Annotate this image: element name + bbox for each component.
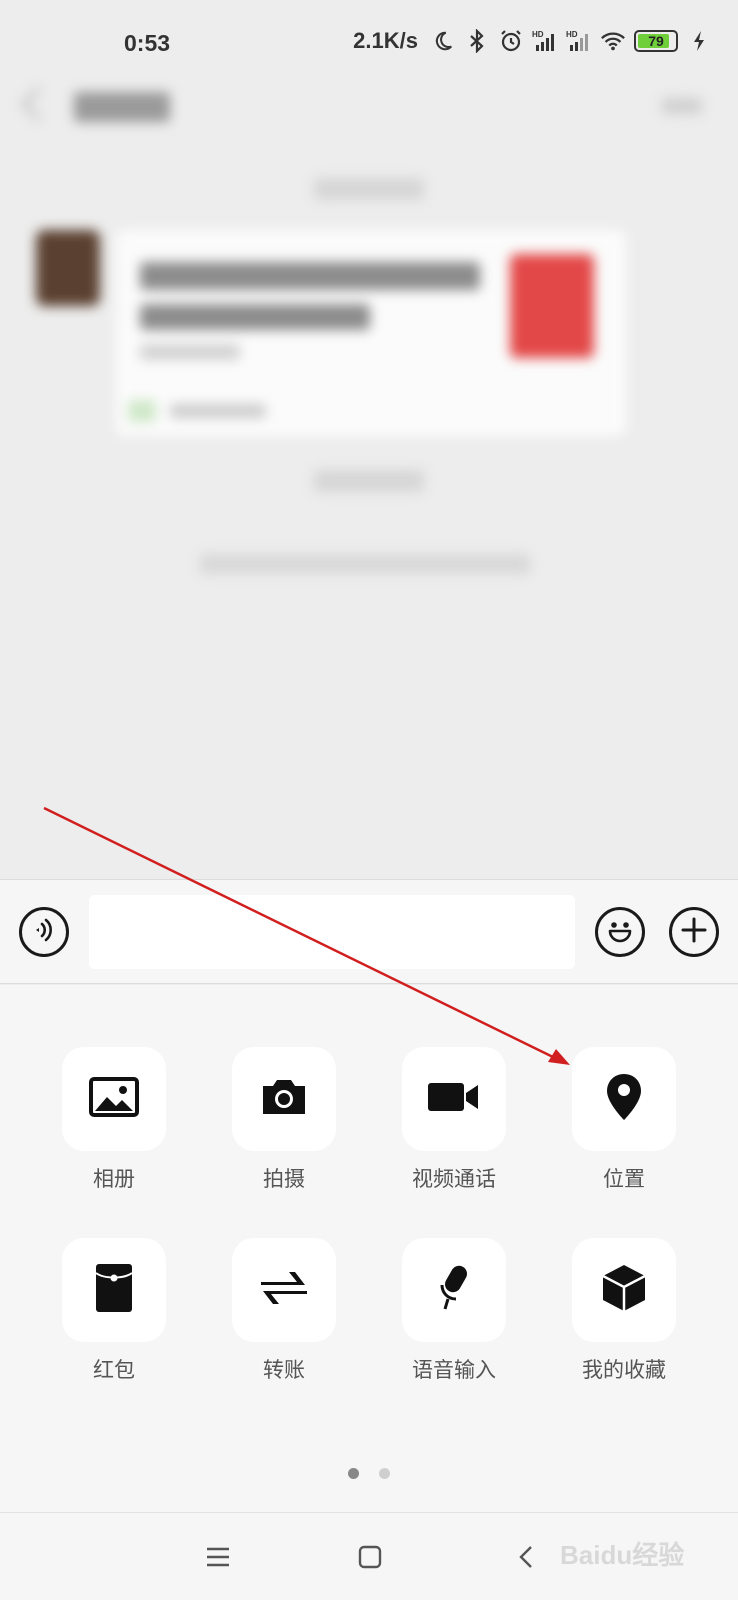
bluetooth-icon: [464, 28, 490, 54]
svg-text:HD: HD: [532, 30, 544, 39]
panel-item-label: 拍摄: [263, 1167, 305, 1191]
status-time: 0:53: [124, 30, 171, 56]
voice-input-tile[interactable]: [402, 1238, 506, 1342]
page-dot-active[interactable]: [348, 1468, 359, 1479]
favorites-icon: [600, 1263, 648, 1317]
camera-icon: [259, 1076, 309, 1122]
panel-item-album[interactable]: 相册: [62, 1047, 166, 1193]
chat-title: [74, 92, 170, 122]
red-packet-tile[interactable]: [62, 1238, 166, 1342]
home-button[interactable]: [352, 1541, 388, 1577]
album-tile[interactable]: [62, 1047, 166, 1151]
panel-item-label: 我的收藏: [582, 1358, 666, 1382]
back-icon: [517, 1544, 535, 1574]
timestamp: [314, 470, 424, 492]
panel-item-video-call[interactable]: 视频通话: [402, 1047, 506, 1193]
panel-item-transfer[interactable]: 转账: [232, 1238, 336, 1384]
hd-signal-icon: HD: [566, 28, 592, 54]
home-icon: [357, 1544, 383, 1574]
source-icon: [128, 400, 156, 422]
card-title: [140, 304, 370, 330]
emoji-button[interactable]: [595, 907, 645, 957]
video-call-icon: [426, 1079, 482, 1119]
charging-icon: [686, 28, 712, 54]
transfer-tile[interactable]: [232, 1238, 336, 1342]
menu-icon: [205, 1546, 231, 1572]
panel-item-label: 语音输入: [412, 1358, 496, 1382]
emoji-icon: [603, 913, 637, 951]
panel-item-voice-input[interactable]: 语音输入: [402, 1238, 506, 1384]
svg-text:HD: HD: [566, 30, 578, 39]
favorites-tile[interactable]: [572, 1238, 676, 1342]
alarm-icon: [498, 28, 524, 54]
card-title: [140, 262, 480, 290]
transfer-icon: [259, 1267, 309, 1313]
card-source: [170, 404, 266, 418]
recent-apps-button[interactable]: [200, 1541, 236, 1577]
voice-icon: [29, 915, 59, 949]
card-thumbnail: [510, 254, 594, 358]
watermark: Baidu经验: [560, 1540, 685, 1570]
more-functions-button[interactable]: [669, 907, 719, 957]
panel-item-location[interactable]: 位置: [572, 1047, 676, 1193]
red-packet-icon: [94, 1263, 134, 1317]
moon-icon: [430, 28, 456, 54]
album-icon: [89, 1076, 139, 1122]
voice-input-icon: [434, 1263, 474, 1317]
message-input[interactable]: [89, 895, 575, 969]
panel-item-label: 相册: [93, 1167, 135, 1191]
panel-item-camera[interactable]: 拍摄: [232, 1047, 336, 1193]
panel-item-label: 红包: [93, 1358, 135, 1382]
voice-button[interactable]: [19, 907, 69, 957]
battery-level: 79: [648, 33, 664, 49]
card-subtitle: [140, 344, 240, 360]
wifi-icon: [600, 28, 626, 54]
hd-signal-icon: HD: [532, 28, 558, 54]
plus-icon: [679, 915, 709, 949]
video-call-tile[interactable]: [402, 1047, 506, 1151]
page-dot[interactable]: [379, 1468, 390, 1479]
back-button[interactable]: [508, 1541, 544, 1577]
chat-input-bar: [0, 879, 738, 984]
panel-item-red-packet[interactable]: 红包: [62, 1238, 166, 1384]
network-speed: 2.1K/s: [353, 28, 418, 53]
more-icon: [662, 98, 702, 114]
location-icon: [604, 1072, 644, 1126]
more-functions-panel: 相册 拍摄 视频通话 位置 红包 转账 语音输入 我的收藏: [0, 985, 738, 1512]
battery-icon: 79: [634, 30, 678, 52]
system-message: [200, 554, 530, 574]
status-icons: 2.1K/s HD HD 79: [353, 28, 712, 54]
timestamp: [314, 178, 424, 200]
page-indicator: [0, 1468, 738, 1479]
panel-item-label: 转账: [263, 1358, 305, 1382]
panel-item-label: 视频通话: [412, 1167, 496, 1191]
location-tile[interactable]: [572, 1047, 676, 1151]
panel-item-label: 位置: [603, 1167, 645, 1191]
camera-tile[interactable]: [232, 1047, 336, 1151]
panel-item-favorites[interactable]: 我的收藏: [572, 1238, 676, 1384]
system-nav-bar: Baidu经验: [0, 1512, 738, 1600]
avatar: [36, 230, 100, 306]
